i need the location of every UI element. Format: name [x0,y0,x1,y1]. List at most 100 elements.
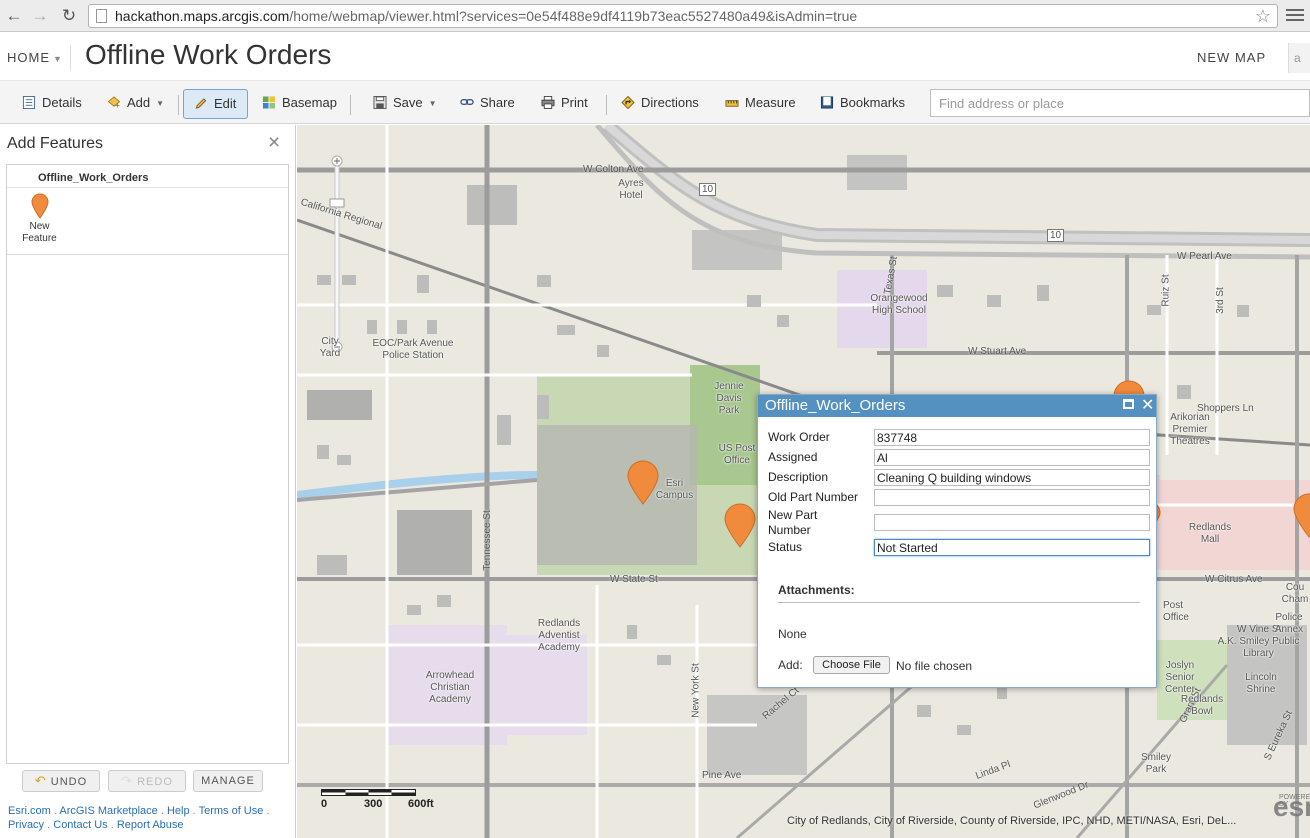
map-attribution: City of Redlands, City of Riverside, Cou… [787,815,1237,827]
street-label: W State St [610,574,658,585]
save-button[interactable]: Save ▼ [373,89,437,119]
template-label-line2: Feature [22,233,57,244]
user-menu[interactable]: a [1288,43,1310,73]
chevron-down-icon: ▼ [156,99,165,108]
place-label: Police Annex [1274,612,1304,635]
measure-button[interactable]: Measure [725,89,796,119]
redo-label: REDO [137,776,173,788]
share-button[interactable]: Share [460,89,515,119]
basemap-grid-icon [262,96,276,109]
assigned-field[interactable] [874,449,1150,466]
street-label: W Colton Ave [583,164,644,175]
description-field[interactable] [874,469,1150,486]
footer-link[interactable]: ArcGIS Marketplace [59,805,157,817]
basemap-label: Basemap [282,95,337,110]
street-label: Tennessee St [481,510,493,571]
field-label: New Part [768,508,818,522]
basemap-button[interactable]: Basemap [262,89,337,119]
status-field[interactable] [874,539,1150,556]
undo-arrow-icon: ↶ [34,773,47,788]
place-label: Cou Cham [1281,582,1309,605]
bookmark-star-icon[interactable]: ☆ [1255,5,1271,27]
place-label: Post Office [1163,600,1189,623]
field-label: Old Part Number [768,490,859,504]
footer-link[interactable]: Help [167,805,190,817]
undo-label: UNDO [50,776,88,788]
zoom-slider[interactable] [327,155,347,355]
add-button[interactable]: + Add ▼ [107,89,164,119]
redo-arrow-icon: ↷ [121,773,134,788]
close-icon[interactable]: × [268,131,280,155]
divider [70,45,71,71]
scale-label: 600ft [408,798,434,810]
chevron-down-icon: ▼ [53,54,63,64]
scale-bar: 0 300 600ft [321,789,451,813]
footer-links: Esri.com . ArcGIS Marketplace . Help . T… [8,805,270,831]
print-button[interactable]: Print [541,89,588,119]
place-label: Redlands Bowl [1180,694,1224,717]
add-label: Add [127,95,151,110]
place-label: Arikorian Premier Theatres [1170,412,1210,447]
street-label: New York St [690,663,702,718]
footer-link[interactable]: Contact Us [53,819,107,831]
new-map-button[interactable]: NEW MAP [1197,50,1266,65]
attachments-empty: None [778,627,807,641]
esri-logo[interactable]: esri [1273,791,1310,823]
place-label: Smiley Park [1140,752,1171,775]
home-menu-button[interactable]: HOME ▼ [7,50,63,65]
work-order-marker-icon[interactable] [1292,493,1310,539]
place-label: Arrowhead Christian Academy [425,670,475,705]
divider [350,95,351,115]
undo-button[interactable]: ↶ UNDO [22,770,100,792]
printer-icon [541,96,555,109]
search-input[interactable] [930,89,1310,117]
place-label: City Yard [319,336,341,359]
maximize-icon[interactable] [1123,399,1134,409]
panel-title: Add Features [7,135,104,152]
edit-button[interactable]: Edit [183,89,248,119]
add-attachment-label: Add: [778,658,803,672]
street-label: W Pearl Ave [1177,251,1232,262]
footer-link[interactable]: Esri.com [8,805,51,817]
url-path: /home/webmap/viewer.html?services=0e54f4… [289,8,858,24]
browser-menu-icon[interactable] [1286,6,1304,26]
field-label: Status [768,540,803,554]
place-label: Joslyn Senior Center [1164,660,1195,695]
street-label: W Citrus Ave [1205,574,1263,585]
save-label: Save [393,95,423,110]
new-part-number-field[interactable] [874,514,1150,531]
work-order-marker-icon[interactable] [723,503,757,549]
details-button[interactable]: Details [22,89,82,119]
back-button[interactable]: ← [4,6,24,26]
popup-title: Offline_Work_Orders [758,395,1156,417]
freeway-shield: 10 [1047,229,1065,242]
bookmark-book-icon [820,96,834,109]
new-feature-template[interactable]: New Feature [12,193,67,253]
forward-button[interactable]: → [30,6,50,26]
place-label: Jennie Davis Park [714,381,744,416]
directions-label: Directions [641,95,699,110]
scale-label: 0 [321,798,328,810]
add-layer-icon: + [107,96,121,109]
reload-button[interactable]: ↻ [59,6,79,26]
place-label: Redlands Mall [1188,522,1232,545]
work-order-field[interactable] [874,429,1150,446]
url-host: hackathon.maps.arcgis.com [115,8,290,24]
footer-link[interactable]: Report Abuse [117,819,184,831]
footer-link[interactable]: Terms of Use [199,805,264,817]
address-bar[interactable]: hackathon.maps.arcgis.com/home/webmap/vi… [88,4,1278,28]
choose-file-button[interactable]: Choose File [813,656,890,674]
bookmarks-label: Bookmarks [840,95,906,110]
place-label: A.K. Smiley Public Library [1217,636,1300,659]
bookmarks-button[interactable]: Bookmarks [820,89,905,119]
footer-link[interactable]: Privacy [8,819,44,831]
directions-button[interactable]: Directions [621,89,699,119]
work-order-marker-icon[interactable] [626,460,660,506]
details-icon [22,96,36,109]
home-label: HOME [7,50,50,65]
close-icon[interactable]: ✕ [1141,395,1154,416]
redo-button[interactable]: ↷ REDO [108,770,186,792]
manage-button[interactable]: MANAGE [193,770,263,792]
old-part-number-field[interactable] [874,489,1150,506]
divider [7,254,288,255]
